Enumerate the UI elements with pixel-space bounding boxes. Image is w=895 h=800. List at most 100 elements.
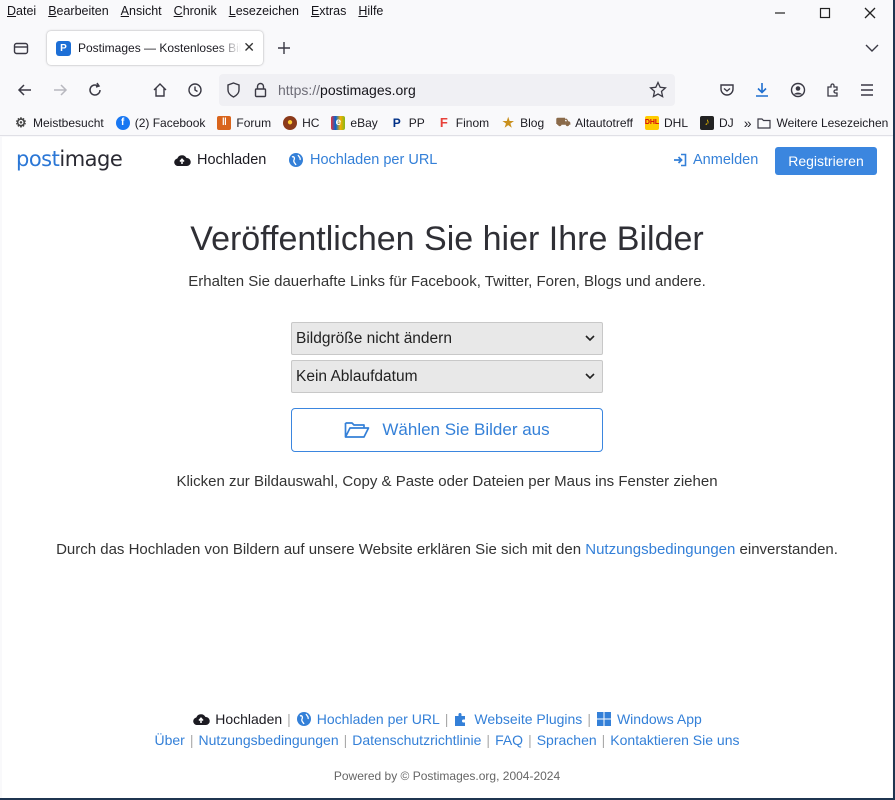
login-link[interactable]: Anmelden [673, 152, 758, 168]
lock-icon[interactable] [254, 82, 267, 101]
back-button[interactable] [11, 76, 39, 104]
footer-terms-link[interactable]: Nutzungsbedingungen [198, 732, 338, 748]
account-icon [790, 82, 806, 98]
arrow-right-icon [54, 84, 68, 96]
window-close-button[interactable] [847, 0, 893, 26]
postimage-logo[interactable]: postimage [16, 147, 123, 171]
menu-datei[interactable]: Datei [7, 4, 36, 18]
bookmark-ebay[interactable]: e eBay [331, 115, 378, 130]
bookmark-hc[interactable]: ● HC [283, 115, 319, 130]
paypal-icon: P [392, 115, 401, 130]
gear-icon: ⚙ [15, 114, 27, 130]
home-button[interactable] [146, 76, 174, 104]
choose-images-button[interactable]: Wählen Sie Bilder aus [291, 408, 603, 452]
pocket-icon [720, 84, 734, 96]
windows-icon [596, 712, 611, 726]
extensions-button[interactable] [819, 76, 847, 104]
tab-overview-button[interactable] [7, 34, 35, 62]
car-icon: ⛟ [555, 114, 571, 129]
history-button[interactable] [181, 76, 209, 104]
bookmark-star-icon[interactable] [649, 80, 667, 102]
terms-notice: Durch das Hochladen von Bildern auf unse… [56, 541, 838, 558]
footer-secondary-links: Über | Nutzungsbedingungen | Datenschutzrich… [154, 732, 740, 748]
folder-open-icon [345, 422, 370, 438]
globe-icon [296, 712, 311, 726]
globe-icon [289, 153, 303, 167]
resize-select-value: Bildgröße nicht ändern [296, 329, 452, 347]
postimages-favicon-icon: P [56, 40, 71, 56]
maximize-button[interactable] [802, 0, 848, 26]
footer-upload-url-link[interactable]: Hochladen per URL [296, 711, 440, 727]
nav-upload-link[interactable]: Hochladen [173, 152, 266, 168]
tab-postimages[interactable]: P Postimages — Kostenloses Bildhosting ✕ [47, 31, 263, 65]
resize-select[interactable]: Bildgröße nicht ändern [291, 322, 603, 355]
url-text[interactable]: https://postimages.org [278, 82, 416, 98]
footer-privacy-link[interactable]: Datenschutzrichtlinie [352, 732, 481, 748]
pocket-button[interactable] [713, 76, 741, 104]
footer-languages-link[interactable]: Sprachen [537, 732, 597, 748]
reload-icon [89, 82, 101, 96]
tab-strip: P Postimages — Kostenloses Bildhosting ✕ [0, 26, 893, 70]
shield-icon[interactable] [226, 82, 241, 101]
ebay-icon: e [331, 115, 346, 130]
site-header: postimage Hochladen Hochladen per URL An… [2, 137, 892, 185]
puzzle-icon [455, 713, 466, 726]
downloads-button[interactable] [748, 76, 776, 104]
browser-window: Datei Bearbeiten Ansicht Chronik Lesezei… [0, 0, 893, 798]
more-bookmarks-chevron-icon[interactable]: » [744, 115, 752, 131]
bookmark-altautotreff[interactable]: ⛟ Altautotreff [555, 114, 633, 130]
footer-about-link[interactable]: Über [154, 732, 184, 748]
footer-faq-link[interactable]: FAQ [495, 732, 523, 748]
bookmark-forum[interactable]: ‖ Forum [217, 115, 271, 130]
dhl-icon: DHL [645, 115, 659, 130]
close-icon [864, 7, 876, 19]
bookmark-meistbesucht[interactable]: ⚙ Meistbesucht [14, 114, 104, 130]
footer-windows-app-link[interactable]: Windows App [596, 711, 702, 727]
chevron-down-icon [865, 44, 879, 52]
register-button[interactable]: Registrieren [775, 147, 877, 175]
url-bar[interactable]: https://postimages.org [219, 74, 675, 106]
bookmark-dj[interactable]: ♪ DJ [700, 115, 734, 130]
footer-contact-link[interactable]: Kontaktieren Sie uns [610, 732, 739, 748]
cloud-upload-icon [174, 155, 191, 166]
menu-hilfe[interactable]: Hilfe [358, 4, 383, 18]
footer-plugins-link[interactable]: Webseite Plugins [453, 711, 582, 727]
hc-icon: ● [283, 115, 298, 130]
minimize-button[interactable] [757, 0, 803, 26]
bookmark-weitere[interactable]: Weitere Lesezeichen [757, 116, 888, 130]
sign-in-icon [674, 153, 687, 167]
expiration-select[interactable]: Kein Ablaufdatum [291, 360, 603, 393]
menu-lesezeichen[interactable]: Lesezeichen [229, 4, 299, 18]
reload-button[interactable] [81, 76, 109, 104]
star-icon: ★ [502, 114, 514, 130]
menu-ansicht[interactable]: Ansicht [121, 4, 162, 18]
app-menu-button[interactable] [853, 76, 881, 104]
folder-icon [757, 116, 772, 130]
terms-link[interactable]: Nutzungsbedingungen [585, 541, 735, 558]
web-page: postimage Hochladen Hochladen per URL An… [2, 137, 892, 798]
tab-title: Postimages — Kostenloses Bildhosting [78, 41, 241, 55]
home-icon [153, 83, 167, 97]
url-scheme: https:// [278, 82, 321, 98]
account-button[interactable] [784, 76, 812, 104]
page-title: Veröffentlichen Sie hier Ihre Bilder [190, 220, 704, 258]
chevron-down-icon [585, 373, 595, 380]
url-host: postimages.org [320, 82, 416, 98]
minimize-icon [775, 12, 785, 14]
footer-upload-link[interactable]: Hochladen [192, 711, 282, 727]
list-all-tabs-button[interactable] [858, 34, 886, 62]
bookmark-dhl[interactable]: DHL DHL [645, 115, 688, 130]
nav-upload-url-link[interactable]: Hochladen per URL [288, 152, 437, 168]
clock-icon [188, 83, 202, 97]
menu-chronik[interactable]: Chronik [174, 4, 217, 18]
bookmark-blog[interactable]: ★ Blog [501, 114, 544, 130]
menu-extras[interactable]: Extras [311, 4, 346, 18]
bookmark-pp[interactable]: P PP [390, 116, 425, 130]
menu-bearbeiten[interactable]: Bearbeiten [48, 4, 108, 18]
bookmark-finom[interactable]: F Finom [437, 115, 489, 130]
bookmark-facebook[interactable]: f (2) Facebook [115, 115, 205, 130]
tab-close-icon[interactable]: ✕ [243, 39, 255, 56]
new-tab-button[interactable] [270, 34, 298, 62]
facebook-icon: f [115, 115, 130, 130]
forward-button[interactable] [46, 76, 74, 104]
